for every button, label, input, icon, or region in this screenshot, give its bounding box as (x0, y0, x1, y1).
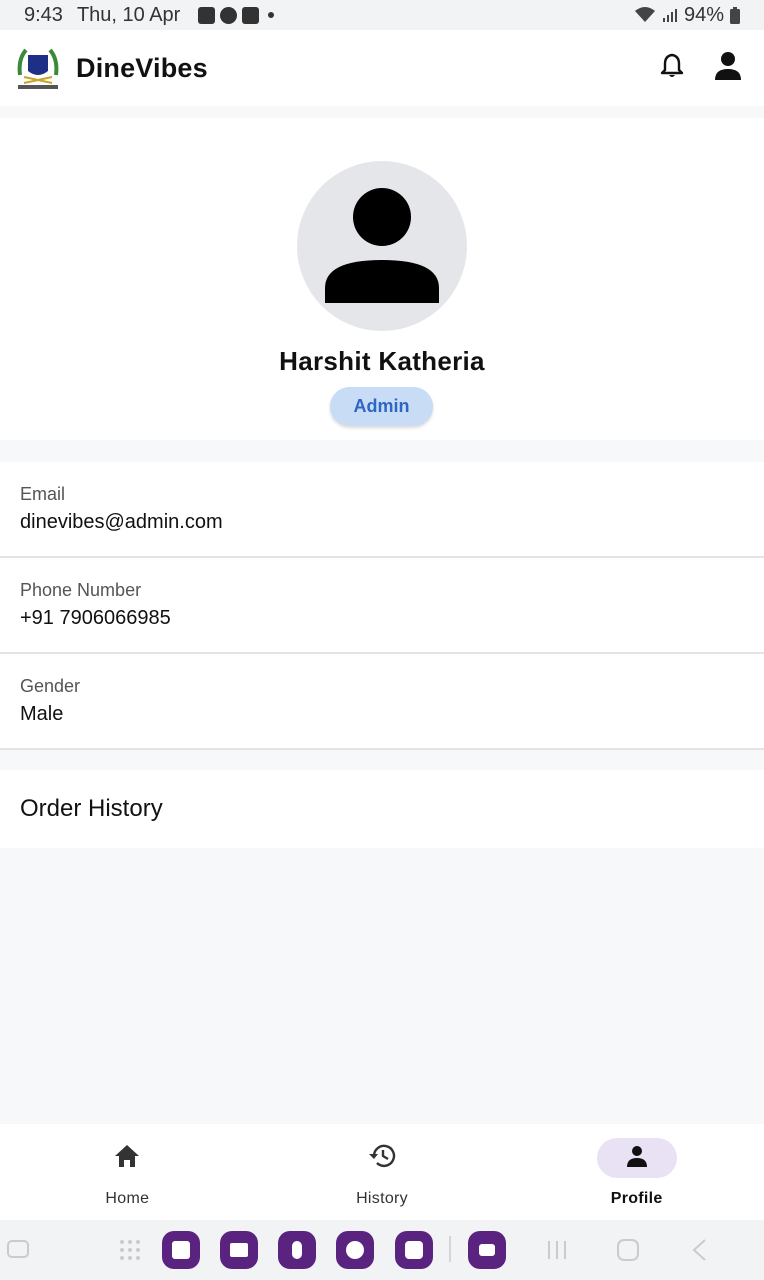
person-placeholder-icon (325, 188, 439, 303)
app-title: DineVibes (76, 52, 208, 83)
home-icon (114, 1144, 140, 1173)
dock-files-app-icon[interactable] (220, 1231, 258, 1269)
order-history-title: Order History (20, 795, 163, 822)
profile-info-list: Email dinevibes@admin.com Phone Number +… (0, 462, 764, 750)
notifications-button[interactable] (660, 53, 684, 84)
app-logo (16, 45, 60, 91)
more-notifications-icon (268, 12, 275, 18)
info-label: Email (20, 484, 66, 504)
home-button-icon[interactable] (616, 1238, 640, 1267)
whatsapp-notification-icon (220, 6, 238, 24)
profile-card: Harshit Katheria Admin (0, 118, 764, 440)
info-value: dinevibes@admin.com (20, 511, 223, 533)
wifi-icon (634, 6, 656, 24)
dock-camera-app-icon[interactable] (395, 1231, 433, 1269)
status-date: Thu, 10 Apr (76, 3, 181, 26)
app-bar: DineVibes (0, 30, 764, 106)
info-value: +91 7906066985 (20, 607, 171, 629)
status-bar: 9:43 Thu, 10 Apr 94% (0, 0, 764, 30)
person-icon (625, 1144, 649, 1173)
nav-item-history[interactable]: History (255, 1124, 510, 1220)
avatar (297, 161, 467, 331)
history-icon (368, 1143, 396, 1174)
battery-icon (730, 6, 740, 24)
back-button-icon[interactable] (690, 1238, 710, 1267)
recents-button-icon[interactable] (545, 1238, 569, 1267)
info-row-gender: Gender Male (0, 654, 764, 750)
info-label: Gender (20, 676, 81, 696)
dock-phone-app-icon[interactable] (278, 1231, 316, 1269)
order-history-section: Order History (0, 770, 764, 848)
app-drawer-icon[interactable] (118, 1238, 142, 1267)
signal-icon (662, 7, 678, 23)
info-value: Male (20, 703, 64, 725)
system-navigation-bar (0, 1220, 764, 1280)
info-row-email: Email dinevibes@admin.com (0, 462, 764, 558)
screenshot-assistant-icon[interactable] (6, 1238, 30, 1267)
info-label: Phone Number (20, 580, 142, 600)
battery-percent: 94% (683, 3, 724, 26)
status-time: 9:43 (24, 3, 63, 26)
nav-label: Home (105, 1190, 150, 1207)
info-row-phone: Phone Number +91 7906066985 (0, 558, 764, 654)
nav-label: Profile (610, 1190, 663, 1207)
gallery-notification-icon (198, 6, 216, 24)
dock-messages-app-icon[interactable] (336, 1231, 374, 1269)
nav-item-profile[interactable]: Profile (509, 1124, 764, 1220)
person-icon (712, 50, 744, 87)
profile-name: Harshit Katheria (279, 346, 485, 376)
dock-notes-app-icon[interactable] (162, 1231, 200, 1269)
account-button[interactable] (712, 50, 744, 87)
bell-icon (660, 53, 684, 84)
dock-youtube-app-icon[interactable] (468, 1231, 506, 1269)
dock-divider (449, 1236, 451, 1262)
nav-label: History (356, 1190, 408, 1207)
role-badge: Admin (330, 387, 433, 426)
app-notification-icon (242, 6, 260, 24)
bottom-nav: Home History Profile (0, 1124, 764, 1220)
nav-item-home[interactable]: Home (0, 1124, 255, 1220)
